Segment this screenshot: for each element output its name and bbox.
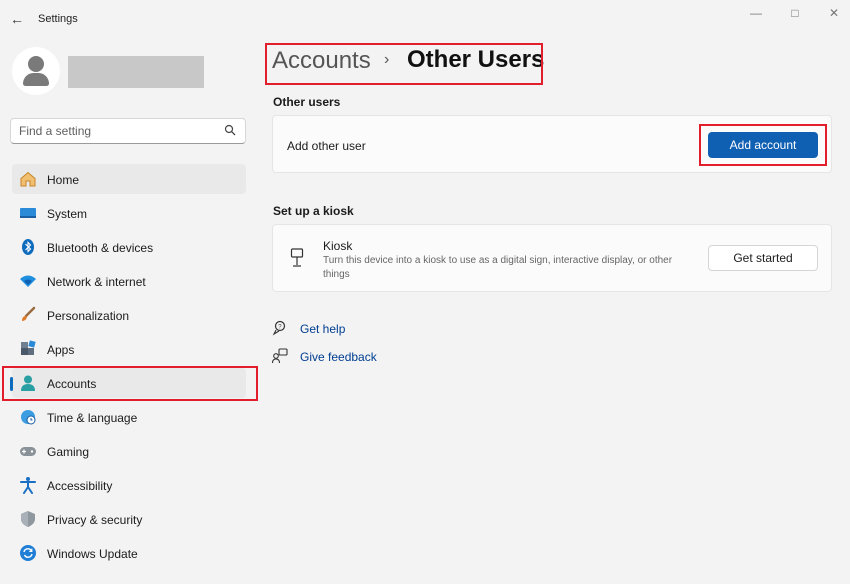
- section-heading-other-users: Other users: [273, 95, 341, 109]
- bluetooth-icon: [19, 238, 37, 256]
- sidebar-item-label: Gaming: [47, 445, 90, 459]
- sidebar-item-system[interactable]: System: [12, 198, 246, 228]
- give-feedback-link[interactable]: Give feedback: [300, 350, 377, 364]
- sidebar-item-gaming[interactable]: Gaming: [12, 436, 246, 466]
- wifi-icon: [19, 272, 37, 290]
- avatar-body: [23, 73, 49, 86]
- kiosk-title: Kiosk: [323, 239, 353, 253]
- sidebar-item-bluetooth[interactable]: Bluetooth & devices: [12, 232, 246, 262]
- globe-clock-icon: [19, 408, 37, 426]
- minimize-icon[interactable]: —: [749, 6, 763, 20]
- sidebar-item-network[interactable]: Network & internet: [12, 266, 246, 296]
- kiosk-description: Turn this device into a kiosk to use as …: [323, 255, 673, 266]
- sidebar-item-label: Accessibility: [47, 479, 113, 493]
- paintbrush-icon: [19, 306, 37, 324]
- search-box[interactable]: [10, 118, 246, 144]
- avatar-head: [28, 56, 44, 72]
- sidebar-item-label: Windows Update: [47, 547, 138, 561]
- add-account-highlight-box: [699, 124, 827, 166]
- sidebar-item-label: Personalization: [47, 309, 130, 323]
- get-help-link[interactable]: Get help: [300, 322, 345, 336]
- sidebar-item-apps[interactable]: Apps: [12, 334, 246, 364]
- section-heading-kiosk: Set up a kiosk: [273, 204, 354, 218]
- feedback-icon: [271, 348, 288, 369]
- home-icon: [19, 170, 37, 188]
- get-started-button[interactable]: Get started: [708, 245, 818, 271]
- redacted-user-name: [68, 56, 204, 88]
- avatar: [12, 47, 60, 95]
- sidebar-item-label: System: [47, 207, 88, 221]
- shield-icon: [19, 510, 37, 528]
- update-icon: [19, 544, 37, 562]
- sidebar-item-label: Privacy & security: [47, 513, 143, 527]
- back-arrow-icon[interactable]: ←: [10, 12, 24, 26]
- apps-icon: [19, 340, 37, 358]
- help-icon: ?: [272, 320, 288, 341]
- sidebar-item-label: Home: [47, 173, 80, 187]
- sidebar-item-label: Bluetooth & devices: [47, 241, 154, 255]
- maximize-icon[interactable]: □: [788, 6, 802, 20]
- sidebar-item-label: Network & internet: [47, 275, 146, 289]
- sidebar-item-windows-update[interactable]: Windows Update: [12, 538, 246, 568]
- kiosk-description-cont: things: [323, 269, 350, 280]
- app-title: Settings: [38, 13, 78, 25]
- sidebar-item-home[interactable]: Home: [12, 164, 246, 194]
- search-input[interactable]: [19, 124, 219, 138]
- gamepad-icon: [19, 442, 37, 460]
- sidebar-item-label: Apps: [47, 343, 75, 357]
- breadcrumb-highlight-box: [265, 43, 543, 85]
- sidebar-item-privacy[interactable]: Privacy & security: [12, 504, 246, 534]
- sidebar-item-accessibility[interactable]: Accessibility: [12, 470, 246, 500]
- accessibility-icon: [19, 476, 37, 494]
- sidebar-item-personalization[interactable]: Personalization: [12, 300, 246, 330]
- search-icon[interactable]: [224, 124, 236, 139]
- close-icon[interactable]: ✕: [827, 6, 841, 20]
- sidebar-item-time-language[interactable]: Time & language: [12, 402, 246, 432]
- sidebar-item-label: Time & language: [47, 411, 138, 425]
- accounts-highlight-box: [2, 366, 258, 401]
- monitor-icon: [19, 204, 37, 222]
- add-other-user-label: Add other user: [287, 139, 366, 153]
- kiosk-icon: [290, 248, 304, 273]
